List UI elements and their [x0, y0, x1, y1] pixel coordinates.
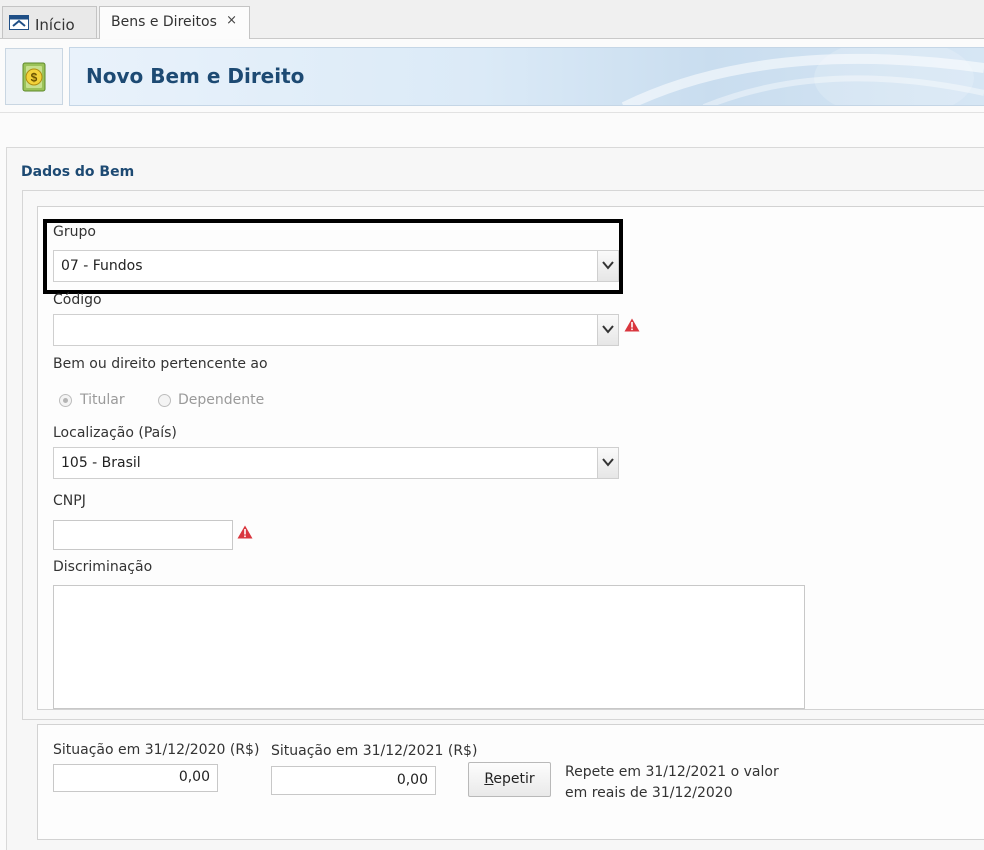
warning-icon — [237, 525, 253, 539]
tab-inicio[interactable]: Início — [2, 6, 97, 38]
sit2020-value: 0,00 — [178, 769, 210, 785]
discriminacao-label: Discriminação — [53, 559, 153, 575]
close-icon[interactable]: × — [226, 13, 237, 28]
header-divider — [0, 112, 984, 113]
localizacao-select[interactable]: 105 - Brasil — [53, 447, 619, 479]
localizacao-value: 105 - Brasil — [61, 455, 141, 471]
radio-dependente[interactable] — [158, 394, 171, 407]
radio-titular[interactable] — [59, 394, 72, 407]
tab-bens-direitos-label: Bens e Direitos — [111, 14, 217, 30]
repetir-hint-line1: Repete em 31/12/2021 o valor — [565, 764, 779, 780]
highlight-box — [43, 219, 623, 294]
tab-inicio-label: Início — [35, 16, 75, 34]
tab-bens-direitos[interactable]: Bens e Direitos × — [99, 6, 250, 39]
pertencente-label: Bem ou direito pertencente ao — [53, 356, 268, 372]
money-icon: $ — [22, 62, 46, 92]
tab-bar: Início Bens e Direitos × — [0, 0, 984, 39]
sit2020-label: Situação em 31/12/2020 (R$) — [53, 742, 260, 758]
localizacao-label: Localização (País) — [53, 425, 177, 441]
chevron-down-icon[interactable] — [597, 448, 618, 478]
repetir-label: epetir — [493, 771, 535, 787]
warning-icon — [624, 318, 640, 332]
codigo-label: Código — [53, 292, 102, 308]
sit2021-label: Situação em 31/12/2021 (R$) — [271, 743, 478, 759]
cnpj-input[interactable] — [53, 520, 233, 550]
radio-titular-label: Titular — [80, 392, 125, 408]
sit2021-value: 0,00 — [396, 772, 428, 788]
radio-dependente-label: Dependente — [178, 392, 265, 408]
page-icon-box: $ — [5, 48, 63, 105]
banner-decoration — [621, 48, 984, 105]
sit2020-input[interactable]: 0,00 — [53, 764, 218, 792]
page-header: Novo Bem e Direito — [69, 47, 984, 106]
chevron-down-icon[interactable] — [597, 315, 618, 345]
repetir-button[interactable]: Repetir — [468, 762, 551, 797]
section-title: Dados do Bem — [21, 164, 135, 180]
sit2021-input[interactable]: 0,00 — [271, 766, 436, 795]
discriminacao-textarea[interactable] — [53, 585, 805, 709]
home-icon — [9, 15, 29, 30]
cnpj-label: CNPJ — [53, 493, 86, 509]
page-title: Novo Bem e Direito — [86, 64, 305, 88]
repetir-hint-line2: em reais de 31/12/2020 — [565, 785, 733, 801]
codigo-select[interactable] — [53, 314, 619, 346]
svg-text:$: $ — [31, 71, 38, 85]
